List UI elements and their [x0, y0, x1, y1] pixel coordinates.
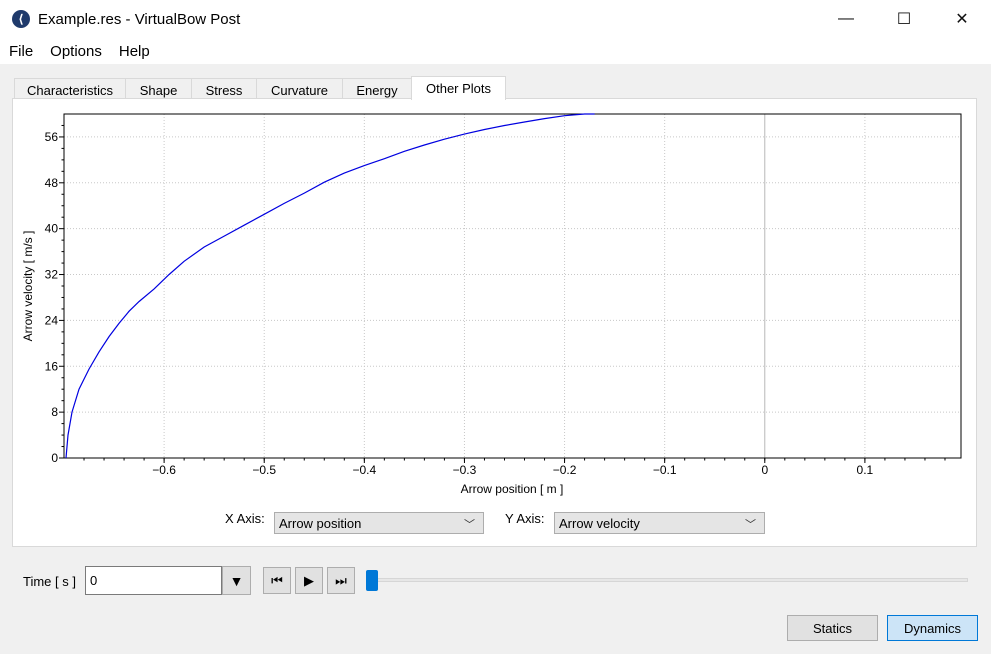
y-tick-label: 16 [45, 359, 59, 373]
velocity-curve [65, 113, 595, 459]
x-tick-label: −0.6 [152, 463, 176, 477]
time-dropdown-button[interactable]: ▼ [222, 566, 251, 595]
play-button[interactable]: ▶ [295, 567, 323, 594]
triangle-down-icon: ▼ [229, 572, 244, 589]
x-tick-label: −0.4 [352, 463, 376, 477]
skip-start-icon: ⏮ [271, 572, 283, 588]
skip-to-end-button[interactable]: ⏭ [327, 567, 355, 594]
y-tick-label: 24 [45, 313, 59, 327]
skip-end-icon: ⏭ [335, 572, 347, 588]
y-tick-label: 8 [51, 405, 58, 419]
y-axis-select-label: Y Axis: [505, 511, 545, 526]
x-tick-label: −0.5 [252, 463, 276, 477]
x-tick-label: −0.3 [453, 463, 477, 477]
y-axis-label: Arrow velocity [ m/s ] [21, 231, 35, 342]
skip-to-start-button[interactable]: ⏮ [263, 567, 291, 594]
x-axis-row: X Axis: [225, 511, 265, 526]
tab-other-plots[interactable]: Other Plots [411, 76, 506, 100]
x-axis-select-label: X Axis: [225, 511, 265, 526]
play-icon: ▶ [304, 572, 314, 588]
x-axis-label: Arrow position [ m ] [461, 482, 564, 496]
y-tick-label: 0 [51, 451, 58, 465]
x-tick-label: 0 [761, 463, 768, 477]
x-tick-label: −0.1 [653, 463, 677, 477]
time-label: Time [ s ] [23, 574, 76, 589]
x-axis-select-value: Arrow position [279, 515, 362, 531]
plot-grid [64, 114, 961, 458]
x-tick-label: 0.1 [857, 463, 874, 477]
y-axis-select[interactable]: Arrow velocity ﹀ [554, 512, 765, 534]
time-slider-track[interactable] [372, 578, 968, 582]
y-tick-label: 40 [45, 222, 59, 236]
y-tick-label: 48 [45, 176, 59, 190]
y-tick-label: 32 [45, 268, 59, 282]
x-tick-label: −0.2 [553, 463, 577, 477]
y-axis-row: Y Axis: [505, 511, 545, 526]
statics-button[interactable]: Statics [787, 615, 878, 641]
x-axis-select[interactable]: Arrow position ﹀ [274, 512, 484, 534]
plot-ticks: −0.6 −0.5 −0.4 −0.3 −0.2 −0.1 0 0.1 0 8 16 24 32 40 48… [45, 124, 946, 477]
y-tick-label: 56 [45, 130, 59, 144]
plot-frame [63, 113, 962, 459]
time-input[interactable]: 0 [85, 566, 222, 595]
time-slider-handle[interactable] [366, 570, 378, 591]
y-axis-select-value: Arrow velocity [559, 515, 640, 531]
dynamics-button[interactable]: Dynamics [887, 615, 978, 641]
chevron-down-icon: ﹀ [745, 519, 756, 531]
chevron-down-icon: ﹀ [464, 519, 475, 531]
